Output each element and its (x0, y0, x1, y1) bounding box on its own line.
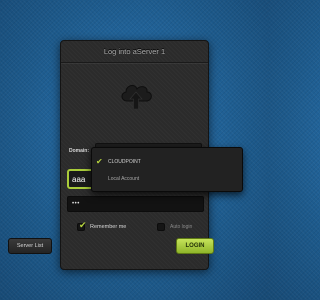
remember-me-label: Remember me (90, 224, 127, 230)
auto-login-checkbox[interactable] (157, 223, 165, 231)
cloud-upload-icon (118, 79, 154, 119)
dropdown-item-label: Local Account (108, 176, 140, 182)
login-button[interactable]: LOGIN (176, 238, 214, 254)
check-icon: ✔ (79, 220, 87, 230)
server-list-button[interactable]: Server List (8, 238, 52, 254)
remember-me-checkbox[interactable]: ✔ (77, 220, 87, 231)
domain-dropdown-menu: ✔ CLOUDPOINT Local Account (91, 147, 243, 192)
remember-me-option[interactable]: ✔ Remember me (77, 220, 127, 232)
dropdown-item-label: CLOUDPOINT (108, 159, 141, 165)
auto-login-option[interactable]: Auto login (157, 222, 192, 232)
password-field[interactable]: ••• (67, 196, 204, 212)
domain-label: Domain: (69, 148, 89, 154)
dropdown-item-local-account[interactable]: Local Account (92, 173, 242, 185)
auto-login-label: Auto login (170, 224, 193, 230)
dropdown-item-cloudpoint[interactable]: ✔ CLOUDPOINT (92, 156, 242, 168)
dialog-title: Log into aServer 1 (61, 41, 208, 63)
check-icon: ✔ (96, 157, 103, 166)
